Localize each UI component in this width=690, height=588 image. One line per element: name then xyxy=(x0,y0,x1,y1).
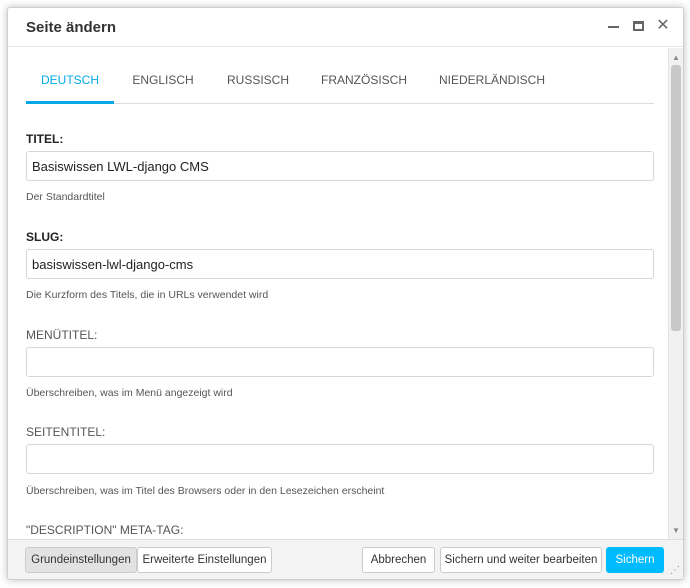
tab-franzoesisch[interactable]: FRANZÖSISCH xyxy=(315,65,413,104)
scroll-up-icon[interactable]: ▲ xyxy=(672,54,680,62)
close-icon[interactable]: ✕ xyxy=(656,18,669,34)
change-page-dialog: Seite ändern ✕ DEUTSCH ENGLISCH RUSSISCH… xyxy=(7,7,684,580)
resize-handle-icon[interactable]: ⋰ xyxy=(670,566,680,576)
scroll-down-icon[interactable]: ▼ xyxy=(672,527,680,535)
slug-help-text: Die Kurzform des Titels, die in URLs ver… xyxy=(26,289,269,301)
basic-settings-button[interactable]: Grundeinstellungen xyxy=(25,547,137,573)
advanced-settings-button[interactable]: Erweiterte Einstellungen xyxy=(137,547,272,573)
language-tabs: DEUTSCH ENGLISCH RUSSISCH FRANZÖSISCH NI… xyxy=(26,65,654,104)
save-button[interactable]: Sichern xyxy=(606,547,664,573)
page-title-input[interactable] xyxy=(26,444,654,474)
tab-niederlaendisch[interactable]: NIEDERLÄNDISCH xyxy=(431,65,553,104)
tab-deutsch[interactable]: DEUTSCH xyxy=(26,65,114,104)
maximize-icon[interactable] xyxy=(632,18,644,34)
menu-title-help-text: Überschreiben, was im Menü angezeigt wir… xyxy=(26,387,233,399)
scrollbar-thumb[interactable] xyxy=(671,65,681,331)
content-scrollbar[interactable]: ▲ ▼ xyxy=(668,48,683,541)
window-controls: ✕ xyxy=(607,18,670,34)
page-title-label: SEITENTITEL: xyxy=(26,425,106,439)
description-meta-label: "DESCRIPTION" META-TAG: xyxy=(26,523,184,537)
menu-title-input[interactable] xyxy=(26,347,654,377)
save-and-continue-button[interactable]: Sichern und weiter bearbeiten xyxy=(440,547,602,573)
cancel-button[interactable]: Abbrechen xyxy=(362,547,435,573)
slug-input[interactable]: basiswissen-lwl-django-cms xyxy=(26,249,654,279)
menu-title-label: MENÜTITEL: xyxy=(26,328,98,342)
slug-label: SLUG: xyxy=(26,230,64,244)
tab-russisch[interactable]: RUSSISCH xyxy=(221,65,295,104)
title-label: TITEL: xyxy=(26,132,64,146)
dialog-footer: Grundeinstellungen Erweiterte Einstellun… xyxy=(8,539,683,579)
title-input[interactable]: Basiswissen LWL-django CMS xyxy=(26,151,654,181)
dialog-titlebar: Seite ändern ✕ xyxy=(8,8,683,47)
dialog-title: Seite ändern xyxy=(26,19,117,36)
minimize-icon[interactable] xyxy=(607,18,619,34)
tab-englisch[interactable]: ENGLISCH xyxy=(123,65,203,104)
page-title-help-text: Überschreiben, was im Titel des Browsers… xyxy=(26,485,385,497)
title-help-text: Der Standardtitel xyxy=(26,191,105,203)
dialog-content: DEUTSCH ENGLISCH RUSSISCH FRANZÖSISCH NI… xyxy=(8,48,670,541)
